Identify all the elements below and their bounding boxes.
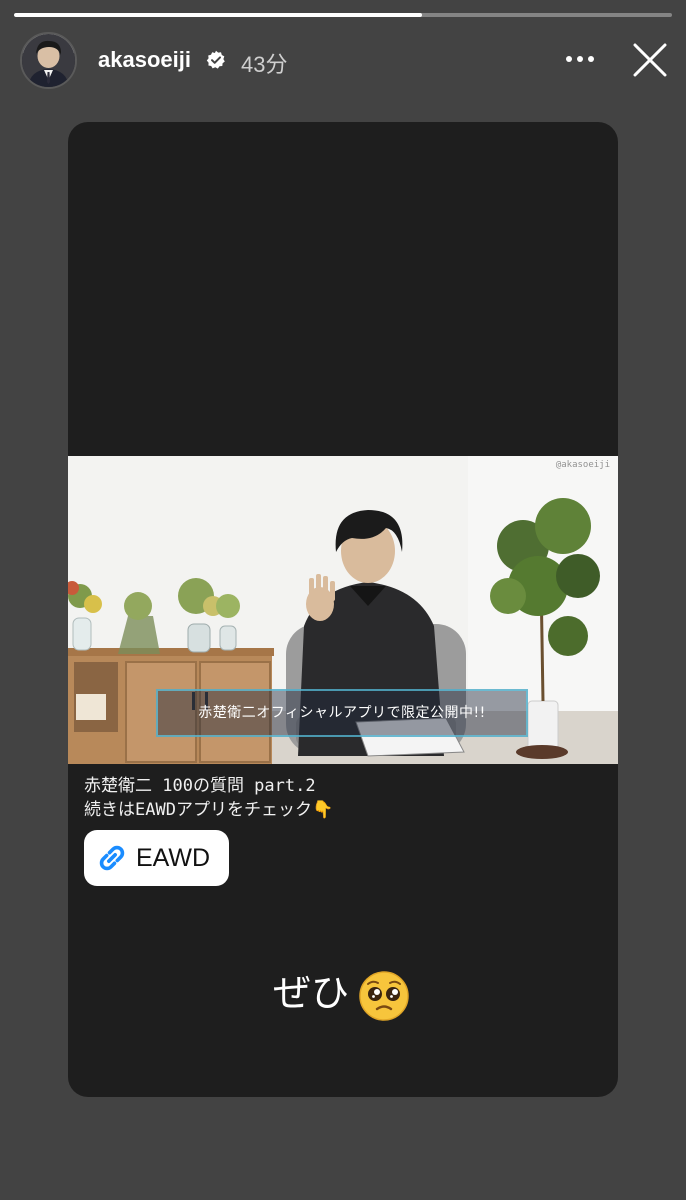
story-progress-fill: [14, 13, 422, 17]
story-header: akasoeiji 43分: [0, 30, 686, 92]
video-watermark: @akasoeiji: [555, 460, 610, 470]
avatar-photo: [22, 34, 75, 87]
link-label: EAWD: [136, 844, 211, 872]
close-icon[interactable]: [630, 40, 670, 80]
caption: 赤楚衛二 100の質問 part.2 続きはEAWDアプリをチェック👇: [84, 774, 333, 822]
username[interactable]: akasoeiji: [98, 47, 191, 73]
pleading-face-emoji-icon: [359, 971, 409, 1021]
caption-line-2: 続きはEAWDアプリをチェック👇: [84, 800, 334, 820]
video-thumbnail[interactable]: @akasoeiji 赤楚衛二オフィシャルアプリで限定公開中!!: [68, 456, 618, 764]
story-progress-bar: [14, 13, 672, 17]
story-card: @akasoeiji 赤楚衛二オフィシャルアプリで限定公開中!! 赤楚衛二 10…: [68, 122, 618, 1097]
video-banner: 赤楚衛二オフィシャルアプリで限定公開中!!: [156, 689, 528, 737]
verified-badge-icon: [206, 50, 225, 69]
link-icon: [99, 845, 125, 871]
link-sticker[interactable]: EAWD: [84, 830, 229, 886]
avatar[interactable]: [20, 32, 77, 89]
caption-line-1: 赤楚衛二 100の質問 part.2: [84, 776, 316, 796]
story-screen: akasoeiji 43分 @akasoeiji 赤楚衛二オフィシャルアプリで限…: [0, 0, 686, 1200]
video-banner-text: 赤楚衛二オフィシャルアプリで限定公開中!!: [198, 705, 486, 721]
more-options-icon[interactable]: [562, 44, 598, 74]
sticker-text: ぜひ: [273, 971, 350, 1015]
post-time: 43分: [241, 52, 288, 77]
